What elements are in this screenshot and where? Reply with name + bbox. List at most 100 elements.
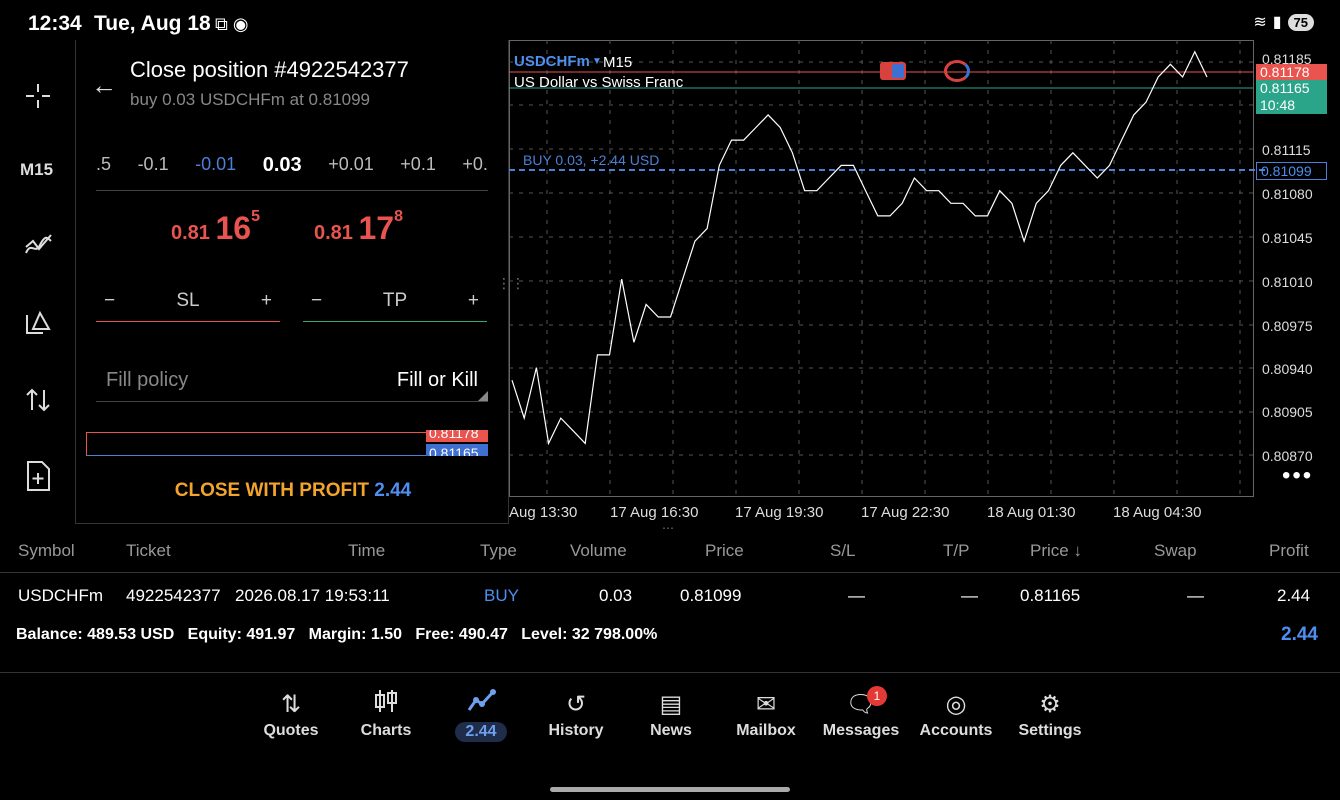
messages-badge: 1 (867, 686, 887, 706)
stop-loss-field[interactable]: − SL + (96, 280, 280, 322)
nav-mailbox[interactable]: ✉ Mailbox (716, 688, 816, 740)
status-icons: ≋ ▮ 75 (1253, 12, 1314, 32)
col-type[interactable]: Type (480, 541, 517, 561)
cell-profit: 2.44 (1277, 586, 1311, 605)
chart-timeframe[interactable]: M15 (603, 54, 632, 71)
volume-step[interactable]: -0.01 (195, 154, 236, 177)
x-tick-label: 17 Aug 19:30 (735, 504, 824, 521)
close-position-panel: ← Close position #4922542377 buy 0.03 US… (75, 40, 509, 524)
price-box (86, 432, 426, 456)
y-tick-label: 0.80905 (1262, 404, 1313, 420)
nav-trade[interactable]: 2.44 (431, 688, 531, 742)
date: Tue, Aug 18 (94, 12, 211, 35)
nav-quotes[interactable]: ⇅ Quotes (241, 688, 341, 740)
dropdown-corner-icon (478, 391, 488, 401)
tp-plus-button[interactable]: + (468, 290, 479, 312)
more-options-icon[interactable]: ••• (1282, 462, 1313, 490)
panel-subtitle: buy 0.03 USDCHFm at 0.81099 (130, 90, 371, 109)
candlestick-icon (336, 688, 436, 722)
ask-price: 0.81 178 (314, 208, 403, 246)
panel-title: Close position #4922542377 (130, 57, 409, 82)
resize-handle-icon[interactable]: ⋮⋮ (497, 275, 525, 292)
mail-icon: ✉ (755, 691, 777, 718)
total-profit: 2.44 (1281, 624, 1318, 645)
chart-symbol[interactable]: USDCHFm (514, 53, 590, 70)
price-chart[interactable] (509, 40, 1340, 524)
nav-accounts[interactable]: ◎ Accounts (906, 688, 1006, 740)
x-tick-label: 18 Aug 04:30 (1113, 504, 1202, 521)
sl-minus-button[interactable]: − (104, 290, 115, 312)
objects-icon[interactable] (20, 304, 56, 340)
y-tick-label: 0.80940 (1262, 361, 1313, 377)
fill-policy-value: Fill or Kill (396, 369, 478, 391)
volume-step[interactable]: +0.1 (400, 154, 436, 177)
tp-minus-button[interactable]: − (311, 290, 322, 312)
bar-countdown: 10:48 (1256, 97, 1327, 114)
cell-current-price: 0.81165 (1020, 586, 1081, 605)
cell-time: 2026.08.17 19:53:11 (235, 586, 390, 605)
nav-news[interactable]: ▤ News (621, 688, 721, 740)
cell-volume: 0.03 (599, 586, 633, 605)
entry-price-tag: 0.81099 (1256, 162, 1327, 180)
col-tp[interactable]: T/P (943, 541, 969, 561)
cell-type: BUY (484, 586, 519, 605)
volume-selector[interactable]: .5 -0.1 -0.01 0.03 +0.01 +0.1 +0. (96, 154, 488, 177)
sl-plus-button[interactable]: + (261, 290, 272, 312)
new-order-icon[interactable] (20, 458, 56, 494)
gear-icon: ⚙ (1039, 691, 1061, 718)
col-price[interactable]: Price (705, 541, 744, 561)
trade-levels-icon[interactable] (880, 62, 906, 80)
nav-history[interactable]: ↺ History (526, 688, 626, 740)
fill-policy-label: Fill policy (106, 369, 189, 391)
cell-tp: — (961, 586, 978, 605)
x-tick-label: 17 Aug 16:30 (610, 504, 699, 521)
account-icon: ◎ (945, 691, 967, 718)
col-time[interactable]: Time (348, 541, 385, 561)
y-tick-label: 0.81115 (1262, 142, 1311, 158)
symbol-dropdown-icon[interactable]: ▼ (592, 56, 602, 67)
close-with-profit-button[interactable]: CLOSE WITH PROFIT 2.44 (76, 480, 510, 502)
volume-value[interactable]: 0.03 (263, 154, 302, 177)
plot-frame (509, 40, 1254, 497)
cell-symbol: USDCHFm (18, 586, 103, 605)
crosshair-icon[interactable] (20, 78, 56, 114)
x-tick-label: 18 Aug 01:30 (987, 504, 1076, 521)
news-icon: ▤ (659, 691, 683, 718)
volume-step[interactable]: +0. (462, 154, 488, 177)
back-arrow-icon[interactable]: ← (91, 70, 117, 101)
divider (0, 572, 1340, 573)
nav-messages[interactable]: 🗨 1 Messages (811, 686, 911, 740)
clock-icon[interactable] (944, 60, 970, 82)
cell-ticket: 4922542377 (126, 586, 221, 605)
col-volume[interactable]: Volume (570, 541, 627, 561)
tp-label: TP (382, 289, 408, 311)
trade-icon[interactable] (20, 382, 56, 418)
y-tick-label: 0.81045 (1262, 230, 1313, 246)
wifi-icon: ≋ (1253, 14, 1267, 31)
resize-handle-icon[interactable]: ⋯ (662, 521, 674, 535)
home-indicator[interactable] (550, 787, 790, 792)
take-profit-field[interactable]: − TP + (303, 280, 487, 322)
col-sl[interactable]: S/L (830, 541, 856, 561)
nav-settings[interactable]: ⚙ Settings (1000, 688, 1100, 740)
divider (96, 190, 488, 191)
bid-tag: 0.81165 (426, 444, 488, 456)
col-profit[interactable]: Profit (1269, 541, 1309, 561)
fill-policy-select[interactable]: Fill policy Fill or Kill (96, 360, 488, 402)
nav-charts[interactable]: Charts (336, 688, 436, 740)
timeframe-button[interactable]: M15 (20, 160, 53, 180)
col-symbol[interactable]: Symbol (18, 541, 75, 561)
col-ticket[interactable]: Ticket (126, 541, 171, 561)
volume-step[interactable]: -0.1 (138, 154, 169, 177)
x-tick-label: 17 Aug 22:30 (861, 504, 950, 521)
col-current-price[interactable]: Price ↓ (1030, 541, 1082, 561)
table-row[interactable]: USDCHFm 4922542377 2026.08.17 19:53:11 B… (0, 582, 1340, 610)
battery-icon: 75 (1287, 13, 1314, 31)
indicators-icon[interactable] (20, 228, 56, 264)
cell-price: 0.81099 (680, 586, 742, 605)
ask-tag: 0.81178 (426, 430, 488, 442)
chart-canvas[interactable] (509, 40, 1340, 524)
col-swap[interactable]: Swap (1154, 541, 1197, 561)
volume-step[interactable]: +0.01 (328, 154, 374, 177)
volume-step[interactable]: .5 (96, 154, 111, 177)
